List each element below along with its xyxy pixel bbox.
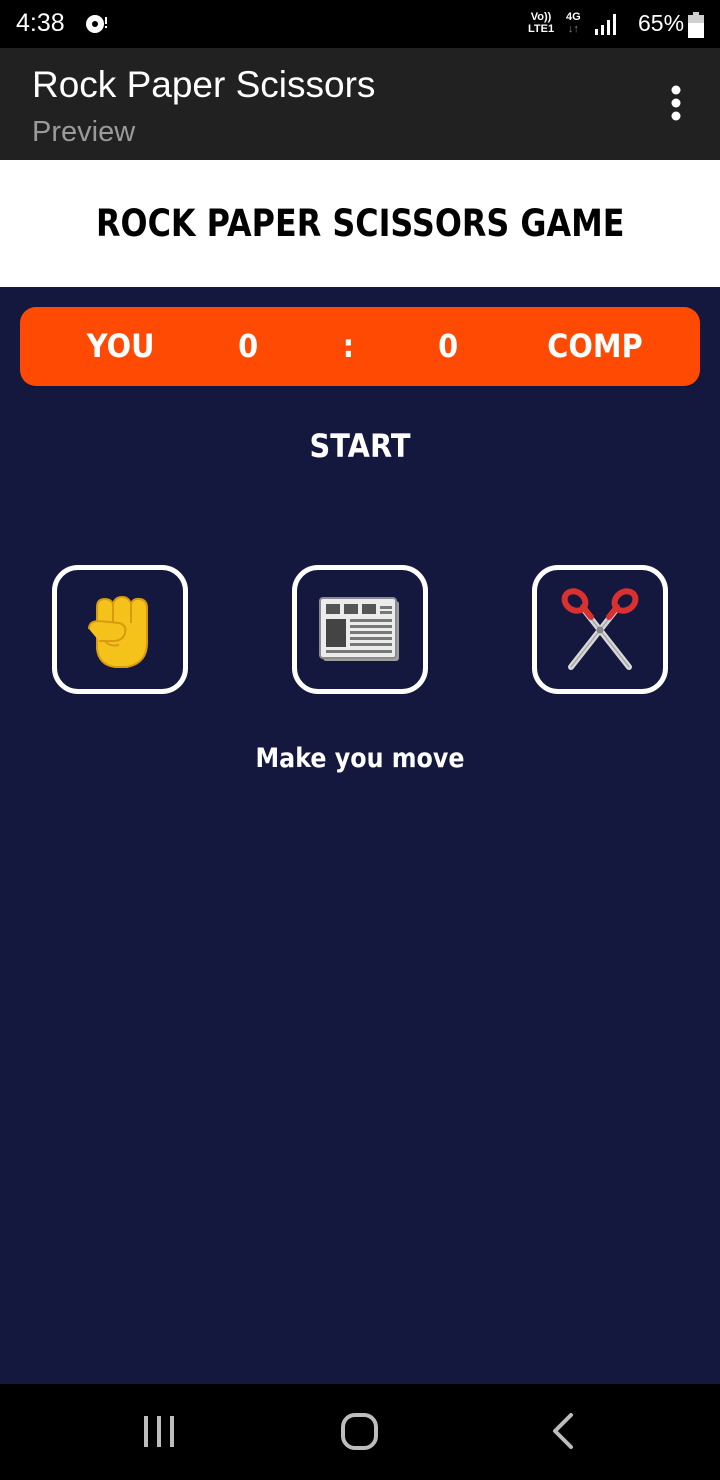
game-area: YOU 0 : 0 COMP START Make you move xyxy=(0,287,720,1384)
move-prompt: Make you move xyxy=(255,743,465,774)
game-title: ROCK PAPER SCISSORS GAME xyxy=(95,202,625,245)
raised-fist-icon xyxy=(88,595,148,668)
battery-percentage: 65% xyxy=(638,10,685,36)
network-indicator: 4G ↓↑ xyxy=(566,11,581,35)
network-type-label: 4G xyxy=(566,11,581,23)
game-status: START xyxy=(309,427,411,465)
more-options-icon[interactable] xyxy=(656,82,696,126)
scissors-icon xyxy=(561,587,639,670)
signal-strength-icon xyxy=(595,14,616,35)
player-score: 0 xyxy=(238,327,259,365)
recent-apps-icon[interactable] xyxy=(140,1412,180,1452)
game-header: ROCK PAPER SCISSORS GAME xyxy=(0,160,720,287)
app-subtitle: Preview xyxy=(32,116,136,148)
paper-button[interactable] xyxy=(292,565,428,694)
app-bar: Rock Paper Scissors Preview xyxy=(0,48,720,160)
data-activity-arrows: ↓↑ xyxy=(567,23,579,35)
navigation-bar xyxy=(0,1384,720,1480)
back-icon[interactable] xyxy=(545,1412,585,1452)
score-separator: : xyxy=(342,327,355,365)
lte-label: LTE1 xyxy=(528,23,555,35)
computer-score: 0 xyxy=(438,327,459,365)
volte-label: Vo)) xyxy=(530,11,552,23)
battery-icon xyxy=(688,12,704,38)
media-disc-icon xyxy=(86,15,107,33)
player-label: YOU xyxy=(86,327,155,365)
scoreboard: YOU 0 : 0 COMP xyxy=(20,307,700,386)
rock-button[interactable] xyxy=(52,565,188,694)
status-bar: 4:38 Vo)) LTE1 4G ↓↑ 65% xyxy=(0,0,720,48)
computer-label: COMP xyxy=(547,327,643,365)
volte-indicator: Vo)) LTE1 xyxy=(528,11,554,35)
home-icon[interactable] xyxy=(340,1412,380,1452)
scissors-button[interactable] xyxy=(532,565,668,694)
status-time: 4:38 xyxy=(16,9,65,37)
newspaper-icon xyxy=(319,596,399,661)
app-title: Rock Paper Scissors xyxy=(32,64,376,105)
